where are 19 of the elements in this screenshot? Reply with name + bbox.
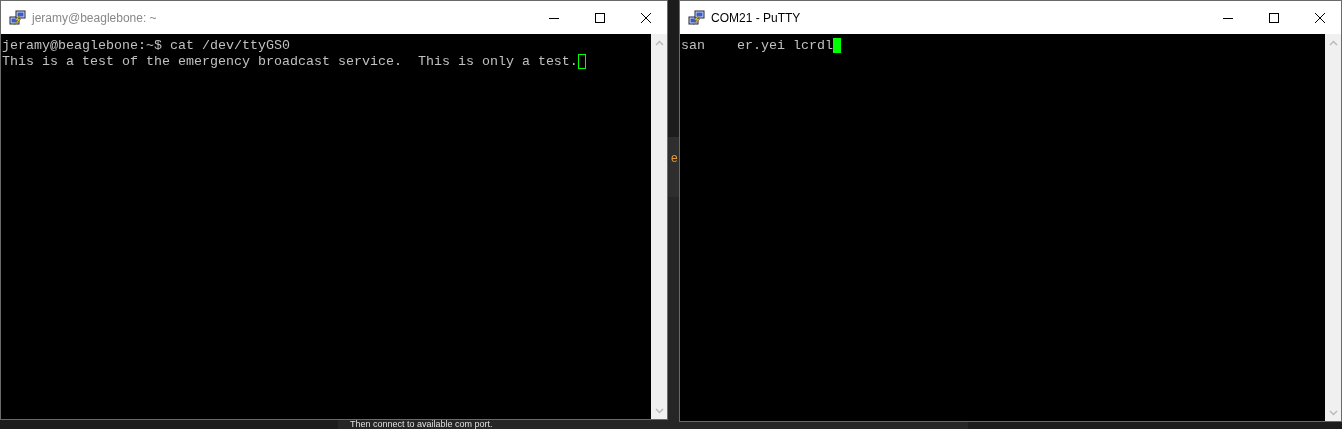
window-title: jeramy@beaglebone: ~ <box>32 10 158 25</box>
chevron-up-icon <box>1328 39 1338 46</box>
maximize-icon <box>594 12 605 23</box>
scrollbar[interactable] <box>651 34 667 419</box>
chevron-down-icon <box>1328 409 1338 416</box>
window-title: COM21 - PuTTY <box>711 10 802 25</box>
close-icon <box>1314 12 1325 23</box>
computer-icon <box>688 8 706 27</box>
scrollbar[interactable] <box>1325 34 1341 421</box>
chevron-down-icon <box>654 407 664 414</box>
maximize-icon <box>1268 12 1279 23</box>
close-icon <box>640 12 651 23</box>
page-text-fragment: e <box>671 151 678 165</box>
terminal-line: This is a test of the emergency broadcast service. This is only a test. <box>2 54 578 69</box>
terminal-line: jeramy@beaglebone:~$ cat /dev/ttyGS0 <box>2 38 290 53</box>
terminal-line: san er.yei lcrdl <box>681 38 833 53</box>
chevron-up-icon <box>654 39 664 46</box>
computer-icon <box>9 8 27 27</box>
instruction-text: Then connect to available com port. <box>350 420 493 429</box>
